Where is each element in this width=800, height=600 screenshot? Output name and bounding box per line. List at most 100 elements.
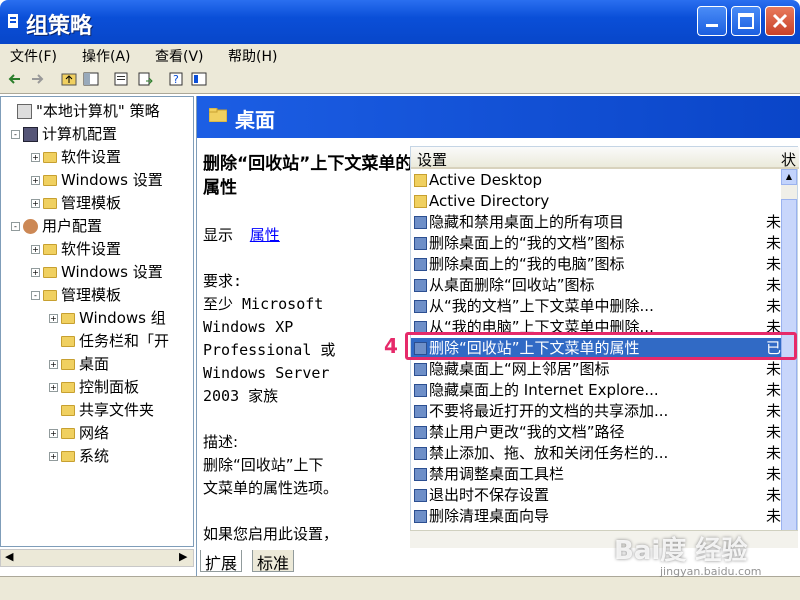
tree-item-label: "本地计算机" 策略 [36,102,160,120]
setting-name: 禁止用户更改“我的文档”路径 [429,423,625,441]
collapse-icon[interactable]: - [11,222,20,231]
tree-item[interactable]: 共享文件夹 [49,399,154,421]
scroll-up-icon[interactable]: ▲ [781,169,797,185]
list-item[interactable]: Active Directory [411,191,781,212]
menu-file[interactable]: 文件(F) [10,46,57,66]
list-item[interactable]: 禁止用户更改“我的文档”路径未很 [411,422,796,443]
tree-item[interactable]: + 系统 [49,445,109,467]
expand-icon[interactable]: + [31,176,40,185]
setting-name: 隐藏桌面上的 Internet Explore... [429,381,659,399]
requirements-line: Professional 或 [203,341,336,359]
title-bar: 组策略 [0,0,800,44]
maximize-button[interactable] [731,6,761,36]
folder-icon [61,428,75,439]
setting-title: 删除“回收站”上下文菜单的属性 [203,154,413,198]
policy-setting-icon [414,426,427,439]
baidu-watermark: Bai度 经验 [614,536,748,566]
policy-setting-icon [414,363,427,376]
setting-name: 禁用调整桌面工具栏 [429,465,565,483]
setting-name: Active Desktop [429,171,543,189]
tree-item[interactable]: - 管理模板 [31,284,121,306]
tree-item[interactable]: + Windows 设置 [31,261,163,283]
tree-item[interactable]: + Windows 设置 [31,169,163,191]
export-list-icon[interactable] [136,70,154,88]
minimize-button[interactable] [697,6,727,36]
list-item[interactable]: 从“我的文档”上下文菜单中删除...未很 [411,296,796,317]
list-item[interactable]: 不要将最近打开的文档的共享添加...未很 [411,401,796,422]
menu-help[interactable]: 帮助(H) [228,46,277,66]
tree-item-label: 控制面板 [79,378,140,396]
expand-icon[interactable]: + [49,314,58,323]
list-item[interactable]: 禁用调整桌面工具栏未很 [411,464,796,485]
tab-standard[interactable]: 标准 [252,550,295,573]
menu-view[interactable]: 查看(V) [155,46,204,66]
scroll-right-icon[interactable]: ▶ [179,550,187,563]
tree-item[interactable]: + 控制面板 [49,376,139,398]
expand-icon[interactable]: + [49,360,58,369]
tree-item[interactable]: + 软件设置 [31,238,121,260]
expand-icon[interactable]: + [31,153,40,162]
step-number: 4 [384,334,398,358]
scrollbar-thumb[interactable] [781,199,797,539]
tree-item[interactable]: - 计算机配置 [11,123,117,145]
tree-item[interactable]: + 网络 [49,422,109,444]
tree-item[interactable]: + 管理模板 [31,192,121,214]
list-item[interactable]: 从桌面删除“回收站”图标未很 [411,275,796,296]
list-item[interactable]: 禁止添加、拖、放和关闭任务栏的...未很 [411,443,796,464]
column-header-setting[interactable]: 设置 [417,149,447,170]
requirements-line: 2003 家族 [203,387,279,405]
help-icon[interactable]: ? [168,70,186,88]
collapse-icon[interactable]: - [31,291,40,300]
tree-item[interactable]: 任务栏和「开 [49,330,169,352]
expand-icon[interactable]: + [49,452,58,461]
properties-link[interactable]: 属性 [250,226,280,244]
view-icon[interactable] [190,70,208,88]
column-header-state[interactable]: 状 [781,149,796,170]
list-item[interactable]: 删除桌面上的“我的文档”图标未很 [411,233,796,254]
tree-item[interactable]: + Windows 组 [49,307,166,329]
tree-item-label: 软件设置 [61,148,122,166]
tree-item[interactable]: + 软件设置 [31,146,121,168]
list-item[interactable]: 隐藏桌面上“网上邻居”图标未很 [411,359,796,380]
svg-text:?: ? [173,73,179,86]
tree-item[interactable]: + 桌面 [49,353,109,375]
expand-icon[interactable]: + [31,245,40,254]
open-folder-icon [61,359,75,370]
policy-setting-icon [414,468,427,481]
toolbar: ? [0,66,800,94]
forward-arrow-icon[interactable] [28,70,46,88]
show-hide-tree-icon[interactable] [82,70,100,88]
up-folder-icon[interactable] [60,70,78,88]
folder-icon [43,175,57,186]
requirements-line: 至少 Microsoft [203,295,324,313]
list-item[interactable]: Active Desktop [411,170,781,191]
expand-icon[interactable]: + [49,429,58,438]
expand-icon[interactable]: + [31,268,40,277]
tree-horizontal-scrollbar[interactable]: ◀ ▶ [0,549,194,567]
setting-name: 删除桌面上的“我的电脑”图标 [429,255,625,273]
list-item[interactable]: 删除清理桌面向导未很 [411,506,796,527]
tab-extended[interactable]: 扩展 [200,550,243,573]
tree-item[interactable]: - 用户配置 [11,215,102,237]
collapse-icon[interactable]: - [11,130,20,139]
user-icon [23,219,38,234]
back-arrow-icon[interactable] [6,70,24,88]
list-item[interactable]: 删除桌面上的“我的电脑”图标未很 [411,254,796,275]
list-item[interactable]: 退出时不保存设置未很 [411,485,796,506]
expand-icon[interactable]: + [31,199,40,208]
pane-header: 桌面 [197,96,800,138]
setting-name: 从“我的文档”上下文菜单中删除... [429,297,654,315]
list-item[interactable]: 隐藏和禁用桌面上的所有项目未很 [411,212,796,233]
expand-icon[interactable]: + [49,383,58,392]
menu-action[interactable]: 操作(A) [82,46,131,66]
close-button[interactable] [765,6,795,36]
tree-item-label: 系统 [79,447,110,465]
tree-item-label: 任务栏和「开 [79,332,170,350]
list-item[interactable]: 隐藏桌面上的 Internet Explore...未很 [411,380,796,401]
scroll-left-icon[interactable]: ◀ [5,550,13,563]
setting-name: 禁止添加、拖、放和关闭任务栏的... [429,444,669,462]
tree-item[interactable]: "本地计算机" 策略 [5,100,160,122]
status-bar [0,576,800,600]
properties-icon[interactable] [112,70,130,88]
folder-icon [43,290,57,301]
